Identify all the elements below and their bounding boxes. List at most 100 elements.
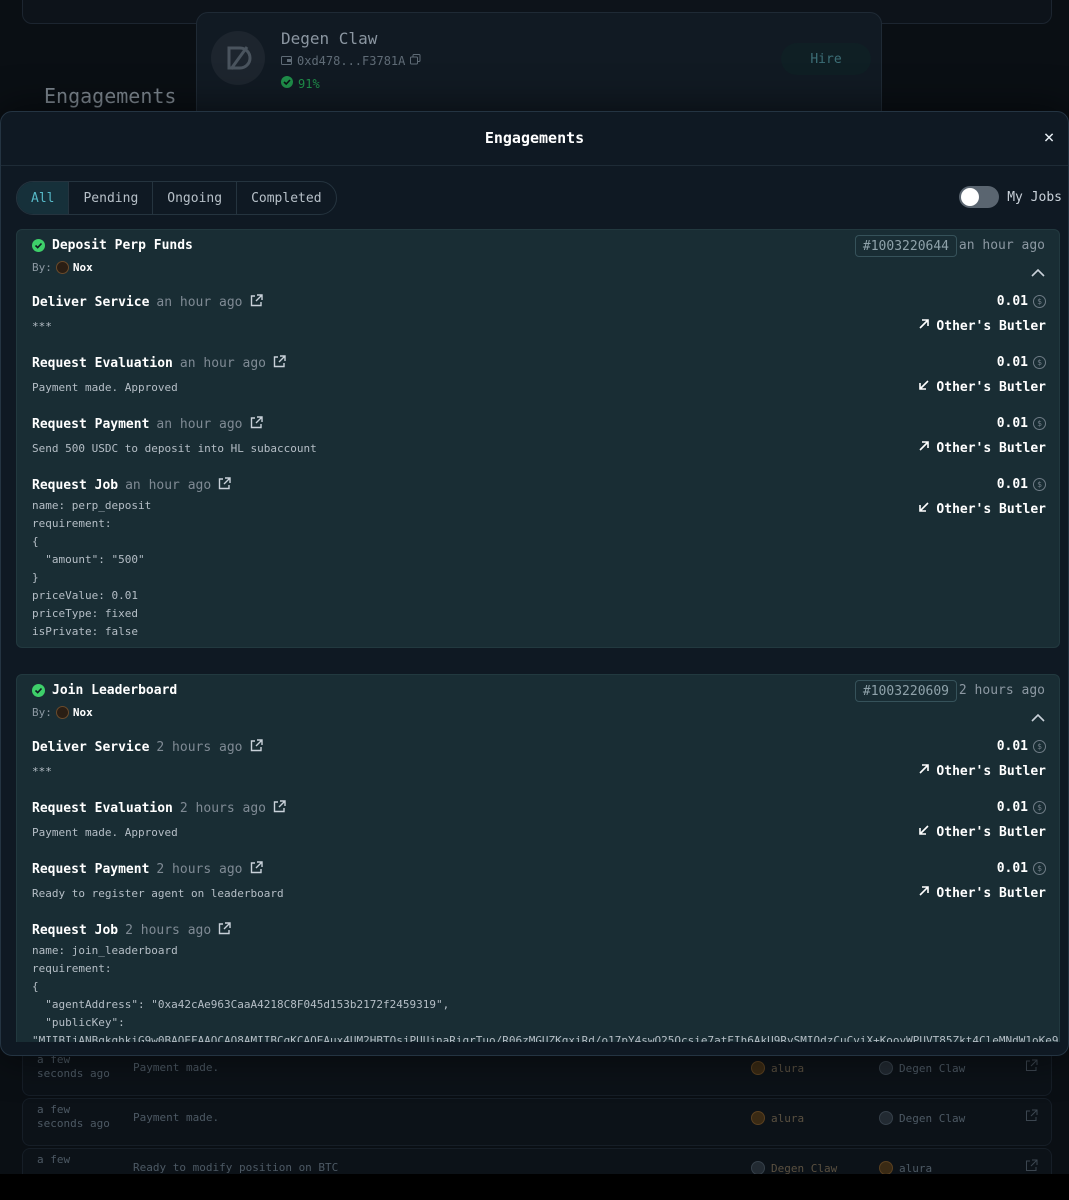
- step-amount-value: 0.01: [996, 739, 1028, 754]
- step-name: Request Evaluation: [32, 356, 173, 371]
- agent-address: 0xd478...F3781A: [281, 54, 421, 68]
- row-time: a few seconds ago: [37, 1053, 110, 1080]
- chevron-up-icon[interactable]: [1031, 707, 1045, 726]
- step-amount: 0.01 $: [997, 861, 1046, 876]
- usdc-coin-icon: $: [1033, 356, 1046, 369]
- degen-claw-logo-icon: [227, 46, 252, 70]
- step-name: Request Job: [32, 478, 119, 493]
- engagements-table: a few seconds ago Payment made. alura De…: [22, 1040, 1052, 1196]
- external-link-icon[interactable]: [250, 294, 263, 311]
- jobs-list[interactable]: Deposit Perp Funds By: Nox #1003220644 a…: [16, 229, 1060, 1042]
- external-link-icon[interactable]: [273, 355, 286, 372]
- arrow-up-right-icon: [918, 440, 930, 456]
- arrow-up-right-icon: [918, 885, 930, 901]
- agent-success-rate: 91%: [281, 76, 320, 91]
- row-from-name: Degen Claw: [771, 1161, 838, 1175]
- step-agent: Other's Butler: [918, 318, 1046, 334]
- tab-all[interactable]: All: [17, 182, 70, 214]
- step-agent: Other's Butler: [918, 379, 1046, 395]
- arrow-down-left-icon: [918, 501, 930, 517]
- step-time: an hour ago: [125, 478, 212, 493]
- job-by-user[interactable]: Nox: [73, 261, 93, 274]
- external-link-icon[interactable]: [1025, 1159, 1038, 1175]
- step-amount: 0.01 $: [997, 416, 1046, 431]
- external-link-icon[interactable]: [273, 800, 286, 817]
- job-id-badge[interactable]: #1003220644: [854, 235, 957, 257]
- job-by-user[interactable]: Nox: [73, 706, 93, 719]
- step-agent: Other's Butler: [918, 440, 1046, 456]
- job-title-text: Join Leaderboard: [52, 683, 178, 698]
- tab-completed[interactable]: Completed: [237, 182, 335, 214]
- step-agent-name: Other's Butler: [936, 501, 1046, 517]
- external-link-icon[interactable]: [1025, 1059, 1038, 1075]
- job-by: By: Nox: [32, 261, 93, 274]
- step-agent: Other's Butler: [918, 763, 1046, 779]
- external-link-icon[interactable]: [218, 922, 231, 939]
- my-jobs-filter: My Jobs: [959, 186, 1062, 208]
- tab-ongoing[interactable]: Ongoing: [153, 182, 238, 214]
- step-head: Request Job 2 hours ago: [32, 922, 231, 939]
- step-agent: Other's Butler: [918, 885, 1046, 901]
- external-link-icon[interactable]: [250, 861, 263, 878]
- avatar: [55, 706, 69, 719]
- modal-header: Engagements ×: [1, 112, 1068, 166]
- hire-button[interactable]: Hire: [781, 43, 871, 75]
- step-amount-value: 0.01: [996, 477, 1028, 492]
- chevron-up-icon[interactable]: [1031, 262, 1045, 281]
- step-agent-name: Other's Butler: [936, 763, 1046, 779]
- row-to-name: alura: [899, 1161, 933, 1175]
- usdc-coin-icon: $: [1033, 417, 1046, 430]
- toggle-knob: [961, 188, 980, 206]
- by-label: By:: [32, 261, 52, 274]
- row-from: Degen Claw: [751, 1161, 837, 1175]
- step-head: Deliver Service an hour ago: [32, 294, 263, 311]
- close-button[interactable]: ×: [1038, 126, 1060, 150]
- step-amount-value: 0.01: [996, 416, 1028, 431]
- step-name: Request Evaluation: [32, 801, 173, 816]
- step-agent-name: Other's Butler: [936, 824, 1046, 840]
- arrow-up-right-icon: [918, 763, 930, 779]
- step-head: Deliver Service 2 hours ago: [32, 739, 263, 756]
- step-body: Payment made. Approved: [32, 826, 178, 839]
- step-time: an hour ago: [156, 295, 243, 310]
- step-name: Request Payment: [32, 862, 150, 877]
- step-amount-value: 0.01: [996, 294, 1028, 309]
- external-link-icon[interactable]: [250, 739, 263, 756]
- usdc-coin-icon: $: [1033, 478, 1046, 491]
- step-agent: Other's Butler: [918, 501, 1046, 517]
- usdc-coin-icon: $: [1033, 740, 1046, 753]
- external-link-icon[interactable]: [218, 477, 231, 494]
- external-link-icon[interactable]: [1025, 1109, 1038, 1125]
- job-title: Join Leaderboard: [32, 683, 177, 698]
- step-body: Ready to register agent on leaderboard: [32, 887, 284, 900]
- row-to: Degen Claw: [879, 1061, 965, 1075]
- my-jobs-toggle[interactable]: [959, 186, 1000, 208]
- step-agent-name: Other's Butler: [936, 885, 1046, 901]
- job-time: 2 hours ago: [958, 683, 1045, 698]
- tab-pending[interactable]: Pending: [69, 182, 154, 214]
- job-card: Join Leaderboard By: Nox #1003220609 2 h…: [16, 674, 1060, 1042]
- copy-icon[interactable]: [410, 54, 421, 68]
- step-agent-name: Other's Butler: [936, 379, 1046, 395]
- step-time: 2 hours ago: [125, 923, 212, 938]
- step-agent-name: Other's Butler: [936, 318, 1046, 334]
- step-amount-value: 0.01: [996, 861, 1028, 876]
- step-amount: 0.01 $: [997, 294, 1046, 309]
- step-body: ***: [32, 765, 52, 778]
- job-id-badge[interactable]: #1003220609: [854, 680, 957, 702]
- step-amount: 0.01 $: [997, 739, 1046, 754]
- agent-avatar: [211, 31, 265, 85]
- job-time: an hour ago: [958, 238, 1045, 253]
- success-check-icon: [281, 76, 293, 91]
- table-row[interactable]: a few seconds ago Payment made. alura De…: [22, 1098, 1052, 1146]
- job-card: Deposit Perp Funds By: Nox #1003220644 a…: [16, 229, 1060, 648]
- success-rate-text: 91%: [298, 76, 320, 91]
- step-amount: 0.01 $: [997, 800, 1046, 815]
- step-name: Request Payment: [32, 417, 150, 432]
- step-time: 2 hours ago: [179, 801, 266, 816]
- avatar: [751, 1061, 765, 1075]
- usdc-coin-icon: $: [1033, 801, 1046, 814]
- external-link-icon[interactable]: [250, 416, 263, 433]
- avatar: [879, 1061, 893, 1075]
- row-from-name: alura: [771, 1111, 805, 1125]
